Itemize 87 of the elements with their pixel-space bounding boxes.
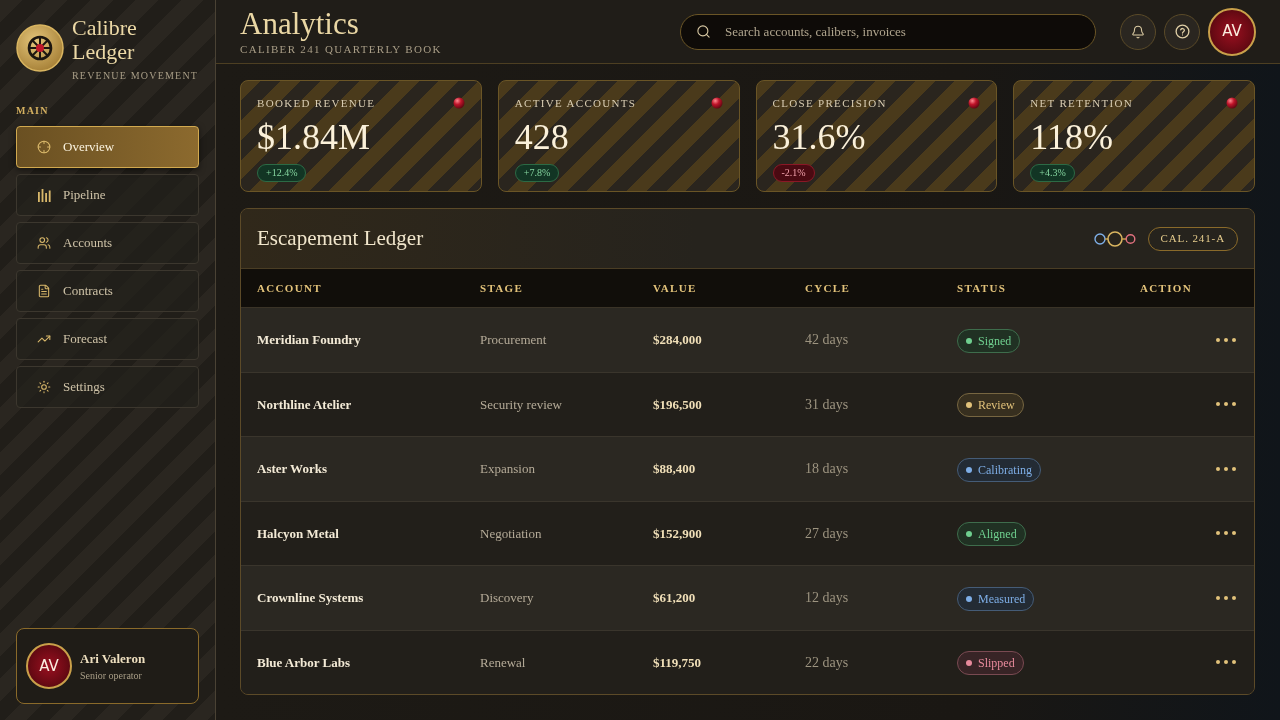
- value-cell-text: $88,400: [653, 460, 697, 478]
- notifications-button[interactable]: [1120, 13, 1156, 50]
- status-label: Signed: [978, 332, 1012, 350]
- indicator-dot-icon: [1226, 97, 1238, 109]
- value-cell-text: $284,000: [653, 331, 703, 349]
- kpi-value: $1.84M: [257, 115, 370, 158]
- stage-cell-text: Procurement: [480, 331, 548, 349]
- kpi-label: CLOSE PRECISION: [772, 96, 887, 111]
- nav-item[interactable]: Forecast: [16, 318, 199, 360]
- status-label: Calibrating: [978, 461, 1032, 479]
- kpi-label: NET RETENTION: [1030, 96, 1134, 111]
- cycle-cell-text: 18 days: [805, 460, 850, 479]
- value-cell-text: $196,500: [653, 395, 703, 414]
- column-header: VALUE: [653, 280, 698, 296]
- column-header: STAGE: [480, 280, 525, 296]
- kpi-value: 118%: [1030, 115, 1113, 158]
- more-icon: [1216, 531, 1236, 536]
- brand-tagline: REVENUE MOVEMENT: [72, 69, 199, 83]
- value-cell-text: $119,750: [653, 653, 703, 672]
- user-name: Ari Valeron: [80, 649, 146, 668]
- column-header: STATUS: [957, 280, 1008, 296]
- page-subtitle: CALIBER 241 QUARTERLY BOOK: [240, 41, 442, 57]
- search-icon: [696, 24, 711, 39]
- indicator-dot-icon: [452, 97, 465, 109]
- trend-pill: +4.3%: [1030, 163, 1075, 182]
- kpi-label: ACTIVE ACCOUNTS: [514, 96, 637, 111]
- status-label: Measured: [978, 590, 1026, 608]
- account-cell-text: Halcyon Metal: [257, 524, 340, 543]
- status-label: Aligned: [978, 526, 1017, 544]
- stage-cell-text: Security review: [480, 395, 563, 414]
- kpi-value: 31.6%: [772, 115, 866, 158]
- cycle-cell-text: 27 days: [805, 524, 850, 543]
- status-label: Review: [978, 397, 1015, 415]
- value-cell-text: $61,200: [653, 589, 697, 607]
- column-header: CYCLE: [805, 280, 852, 296]
- trend-pill: +12.4%: [257, 163, 307, 182]
- cycle-cell-text: 12 days: [805, 589, 850, 608]
- nav-item[interactable]: Overview: [16, 126, 199, 168]
- cycle-cell-text: 31 days: [805, 395, 850, 414]
- help-button[interactable]: [1164, 13, 1200, 50]
- more-icon: [1216, 466, 1236, 471]
- value-cell-text: $152,900: [653, 524, 703, 543]
- trend-pill: +7.8%: [514, 163, 560, 182]
- stage-cell-text: Discovery: [480, 589, 535, 607]
- linked-rings-icon: [1093, 230, 1136, 247]
- more-icon: [1216, 337, 1236, 342]
- nav-item[interactable]: Pipeline: [16, 174, 199, 216]
- bar-chart-icon: [37, 188, 51, 202]
- panel-title: Escapement Ledger: [257, 224, 424, 252]
- kpi-label: BOOKED REVENUE: [257, 96, 376, 111]
- user-role: Senior operator: [80, 669, 143, 684]
- page-title: Analytics: [240, 5, 360, 42]
- column-header: ACCOUNT: [257, 280, 323, 296]
- brand-name: Calibre Ledger: [72, 16, 138, 64]
- bell-icon: [1131, 24, 1145, 39]
- stage-cell-text: Negotiation: [480, 524, 543, 543]
- profile-avatar-button[interactable]: AV: [1208, 7, 1256, 56]
- indicator-dot-icon: [710, 97, 723, 109]
- indicator-dot-icon: [968, 97, 981, 109]
- column-header: ACTION: [1140, 280, 1193, 296]
- stage-cell-text: Expansion: [480, 460, 536, 478]
- section-label: MAIN: [16, 104, 50, 118]
- more-icon: [1216, 402, 1236, 407]
- stage-cell-text: Renewal: [480, 653, 527, 672]
- crosshair-icon: [37, 140, 51, 154]
- user-avatar: AV: [26, 643, 72, 689]
- more-icon: [1216, 595, 1236, 600]
- account-cell-text: Crownline Systems: [257, 589, 365, 607]
- account-cell-text: Blue Arbor Labs: [257, 653, 351, 672]
- nav-item[interactable]: Settings: [16, 366, 199, 408]
- sun-icon: [37, 380, 51, 394]
- search-field[interactable]: Search accounts, calibers, invoices: [680, 13, 1096, 50]
- cycle-cell-text: 22 days: [805, 653, 850, 672]
- more-icon: [1216, 660, 1236, 665]
- account-cell-text: Northline Atelier: [257, 395, 353, 414]
- users-icon: [37, 236, 51, 250]
- document-icon: [37, 284, 51, 298]
- wheel-logo-icon: [16, 24, 64, 72]
- help-icon: [1174, 24, 1190, 39]
- trend-pill: -2.1%: [772, 163, 815, 182]
- account-cell-text: Meridian Foundry: [257, 331, 362, 349]
- kpi-value: 428: [514, 115, 569, 158]
- nav-item[interactable]: Contracts: [16, 270, 199, 312]
- account-cell-text: Aster Works: [257, 460, 328, 478]
- cycle-cell-text: 42 days: [805, 331, 850, 350]
- nav-item[interactable]: Accounts: [16, 222, 199, 264]
- status-label: Slipped: [978, 655, 1015, 673]
